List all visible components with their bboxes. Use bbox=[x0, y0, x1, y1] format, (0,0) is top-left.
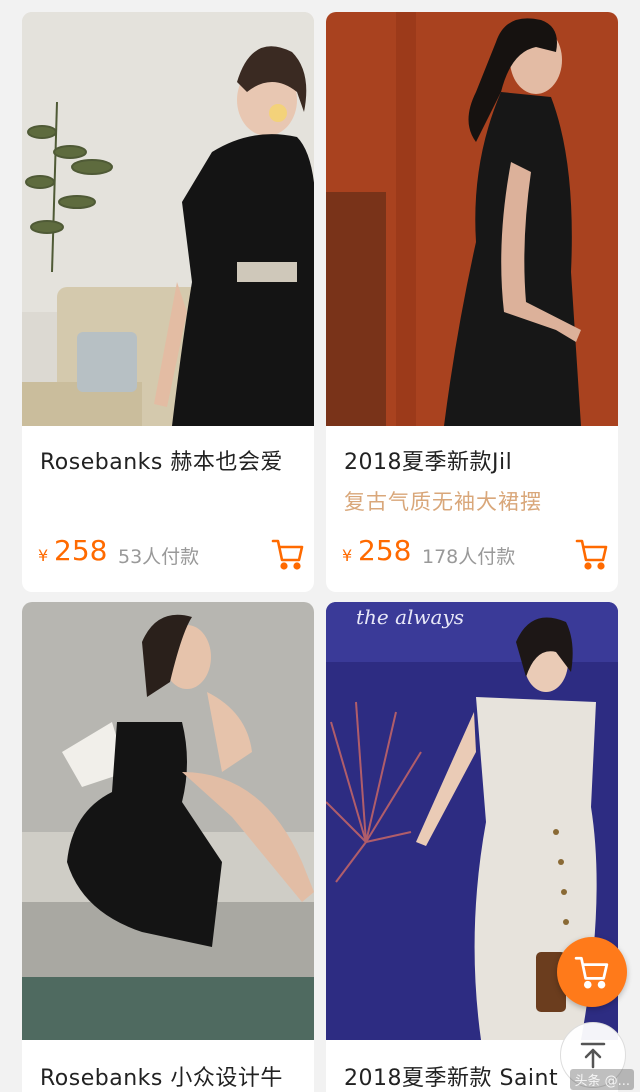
floating-cart-button[interactable] bbox=[557, 937, 627, 1007]
product-price: 258 bbox=[54, 534, 108, 567]
product-title[interactable]: 2018夏季新款Jil bbox=[344, 444, 612, 476]
cart-icon bbox=[574, 956, 609, 989]
sign-text: the always bbox=[356, 605, 464, 629]
cart-icon[interactable] bbox=[574, 536, 610, 572]
watermark: 头条 @... bbox=[570, 1069, 634, 1090]
currency-symbol: ¥ bbox=[342, 546, 353, 565]
cart-icon[interactable] bbox=[270, 536, 306, 572]
product-card[interactable]: 2018夏季新款Jil 复古气质无袖大裙摆 ¥ 258 178人付款 bbox=[326, 12, 618, 592]
paid-count: 178人付款 bbox=[422, 546, 516, 568]
arrow-up-icon bbox=[580, 1042, 606, 1069]
product-title[interactable]: Rosebanks 赫本也会爱 bbox=[40, 444, 308, 476]
price-row: ¥ 258 178人付款 bbox=[342, 534, 610, 574]
currency-symbol: ¥ bbox=[38, 546, 49, 565]
product-subtitle: 复古气质无袖大裙摆 bbox=[344, 490, 542, 514]
product-card[interactable]: the always 2018夏季新款 Saint bbox=[326, 602, 618, 1092]
product-title[interactable]: Rosebanks 小众设计牛 bbox=[40, 1060, 308, 1092]
product-card[interactable]: Rosebanks 赫本也会爱 ¥ 258 53人付款 bbox=[22, 12, 314, 592]
product-photo[interactable] bbox=[22, 12, 314, 426]
product-photo[interactable] bbox=[326, 12, 618, 426]
product-grid: Rosebanks 赫本也会爱 ¥ 258 53人付款 2018夏季新款Jil … bbox=[0, 0, 640, 1092]
price-row: ¥ 258 53人付款 bbox=[38, 534, 306, 574]
paid-count: 53人付款 bbox=[118, 546, 200, 568]
product-photo[interactable] bbox=[22, 602, 314, 1040]
product-price: 258 bbox=[358, 534, 412, 567]
product-card[interactable]: Rosebanks 小众设计牛 bbox=[22, 602, 314, 1092]
